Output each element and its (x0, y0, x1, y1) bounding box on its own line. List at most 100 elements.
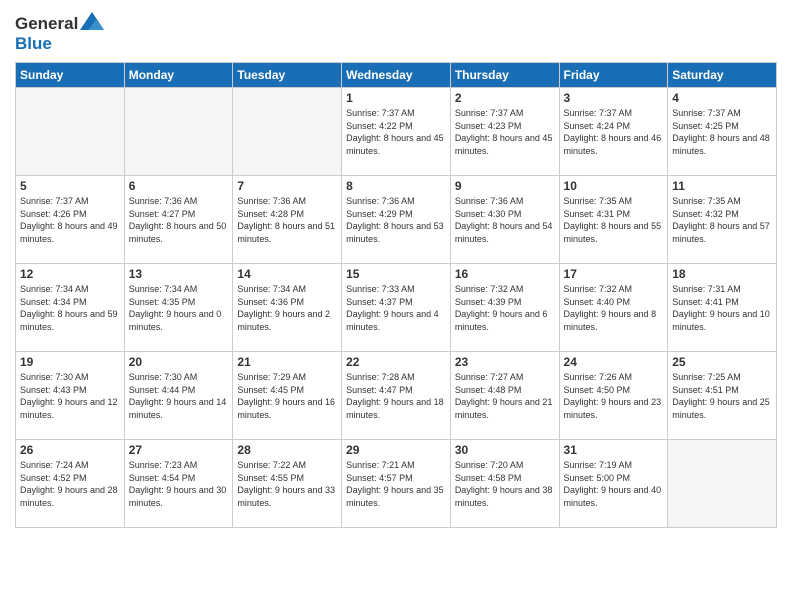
weekday-header-sunday: Sunday (16, 63, 125, 88)
day-number: 31 (564, 443, 664, 457)
day-number: 15 (346, 267, 446, 281)
day-number: 25 (672, 355, 772, 369)
day-number: 20 (129, 355, 229, 369)
calendar-cell: 12 Sunrise: 7:34 AMSunset: 4:34 PMDaylig… (16, 264, 125, 352)
day-info: Sunrise: 7:26 AMSunset: 4:50 PMDaylight:… (564, 371, 664, 421)
calendar-cell: 13 Sunrise: 7:34 AMSunset: 4:35 PMDaylig… (124, 264, 233, 352)
calendar-cell: 28 Sunrise: 7:22 AMSunset: 4:55 PMDaylig… (233, 440, 342, 528)
day-info: Sunrise: 7:21 AMSunset: 4:57 PMDaylight:… (346, 459, 446, 509)
day-info: Sunrise: 7:30 AMSunset: 4:43 PMDaylight:… (20, 371, 120, 421)
day-info: Sunrise: 7:37 AMSunset: 4:22 PMDaylight:… (346, 107, 446, 157)
day-number: 12 (20, 267, 120, 281)
day-info: Sunrise: 7:32 AMSunset: 4:39 PMDaylight:… (455, 283, 555, 333)
day-info: Sunrise: 7:34 AMSunset: 4:36 PMDaylight:… (237, 283, 337, 333)
calendar-cell (16, 88, 125, 176)
day-number: 10 (564, 179, 664, 193)
day-number: 7 (237, 179, 337, 193)
day-number: 11 (672, 179, 772, 193)
day-number: 19 (20, 355, 120, 369)
day-info: Sunrise: 7:20 AMSunset: 4:58 PMDaylight:… (455, 459, 555, 509)
day-number: 16 (455, 267, 555, 281)
day-info: Sunrise: 7:28 AMSunset: 4:47 PMDaylight:… (346, 371, 446, 421)
calendar-cell: 20 Sunrise: 7:30 AMSunset: 4:44 PMDaylig… (124, 352, 233, 440)
day-info: Sunrise: 7:36 AMSunset: 4:27 PMDaylight:… (129, 195, 229, 245)
day-info: Sunrise: 7:19 AMSunset: 5:00 PMDaylight:… (564, 459, 664, 509)
calendar-cell: 30 Sunrise: 7:20 AMSunset: 4:58 PMDaylig… (450, 440, 559, 528)
calendar-cell: 3 Sunrise: 7:37 AMSunset: 4:24 PMDayligh… (559, 88, 668, 176)
calendar-cell: 18 Sunrise: 7:31 AMSunset: 4:41 PMDaylig… (668, 264, 777, 352)
day-number: 23 (455, 355, 555, 369)
day-number: 30 (455, 443, 555, 457)
day-info: Sunrise: 7:35 AMSunset: 4:32 PMDaylight:… (672, 195, 772, 245)
day-number: 17 (564, 267, 664, 281)
calendar-cell: 6 Sunrise: 7:36 AMSunset: 4:27 PMDayligh… (124, 176, 233, 264)
day-number: 26 (20, 443, 120, 457)
day-info: Sunrise: 7:34 AMSunset: 4:34 PMDaylight:… (20, 283, 120, 333)
calendar-table: SundayMondayTuesdayWednesdayThursdayFrid… (15, 62, 777, 528)
weekday-header-tuesday: Tuesday (233, 63, 342, 88)
day-number: 28 (237, 443, 337, 457)
calendar-week-4: 19 Sunrise: 7:30 AMSunset: 4:43 PMDaylig… (16, 352, 777, 440)
day-info: Sunrise: 7:37 AMSunset: 4:24 PMDaylight:… (564, 107, 664, 157)
day-number: 13 (129, 267, 229, 281)
day-info: Sunrise: 7:30 AMSunset: 4:44 PMDaylight:… (129, 371, 229, 421)
day-info: Sunrise: 7:37 AMSunset: 4:26 PMDaylight:… (20, 195, 120, 245)
calendar-cell: 2 Sunrise: 7:37 AMSunset: 4:23 PMDayligh… (450, 88, 559, 176)
day-info: Sunrise: 7:22 AMSunset: 4:55 PMDaylight:… (237, 459, 337, 509)
weekday-header-wednesday: Wednesday (342, 63, 451, 88)
calendar-cell: 7 Sunrise: 7:36 AMSunset: 4:28 PMDayligh… (233, 176, 342, 264)
calendar-week-1: 1 Sunrise: 7:37 AMSunset: 4:22 PMDayligh… (16, 88, 777, 176)
day-info: Sunrise: 7:25 AMSunset: 4:51 PMDaylight:… (672, 371, 772, 421)
weekday-header-monday: Monday (124, 63, 233, 88)
weekday-header-row: SundayMondayTuesdayWednesdayThursdayFrid… (16, 63, 777, 88)
day-number: 2 (455, 91, 555, 105)
calendar-week-5: 26 Sunrise: 7:24 AMSunset: 4:52 PMDaylig… (16, 440, 777, 528)
day-number: 9 (455, 179, 555, 193)
day-info: Sunrise: 7:35 AMSunset: 4:31 PMDaylight:… (564, 195, 664, 245)
day-info: Sunrise: 7:37 AMSunset: 4:25 PMDaylight:… (672, 107, 772, 157)
day-number: 5 (20, 179, 120, 193)
day-number: 8 (346, 179, 446, 193)
day-number: 6 (129, 179, 229, 193)
calendar-cell: 9 Sunrise: 7:36 AMSunset: 4:30 PMDayligh… (450, 176, 559, 264)
calendar-cell: 31 Sunrise: 7:19 AMSunset: 5:00 PMDaylig… (559, 440, 668, 528)
logo: General Blue (15, 10, 106, 54)
calendar-cell: 21 Sunrise: 7:29 AMSunset: 4:45 PMDaylig… (233, 352, 342, 440)
calendar-week-2: 5 Sunrise: 7:37 AMSunset: 4:26 PMDayligh… (16, 176, 777, 264)
calendar-cell (668, 440, 777, 528)
logo-general-text: General (15, 14, 78, 34)
weekday-header-thursday: Thursday (450, 63, 559, 88)
day-number: 14 (237, 267, 337, 281)
calendar-cell: 27 Sunrise: 7:23 AMSunset: 4:54 PMDaylig… (124, 440, 233, 528)
day-info: Sunrise: 7:34 AMSunset: 4:35 PMDaylight:… (129, 283, 229, 333)
day-info: Sunrise: 7:27 AMSunset: 4:48 PMDaylight:… (455, 371, 555, 421)
calendar-cell: 24 Sunrise: 7:26 AMSunset: 4:50 PMDaylig… (559, 352, 668, 440)
calendar-cell: 5 Sunrise: 7:37 AMSunset: 4:26 PMDayligh… (16, 176, 125, 264)
day-info: Sunrise: 7:31 AMSunset: 4:41 PMDaylight:… (672, 283, 772, 333)
day-number: 27 (129, 443, 229, 457)
day-info: Sunrise: 7:23 AMSunset: 4:54 PMDaylight:… (129, 459, 229, 509)
day-number: 22 (346, 355, 446, 369)
calendar-cell: 11 Sunrise: 7:35 AMSunset: 4:32 PMDaylig… (668, 176, 777, 264)
calendar-cell: 19 Sunrise: 7:30 AMSunset: 4:43 PMDaylig… (16, 352, 125, 440)
day-info: Sunrise: 7:37 AMSunset: 4:23 PMDaylight:… (455, 107, 555, 157)
calendar-cell: 16 Sunrise: 7:32 AMSunset: 4:39 PMDaylig… (450, 264, 559, 352)
calendar-cell: 14 Sunrise: 7:34 AMSunset: 4:36 PMDaylig… (233, 264, 342, 352)
calendar-cell: 29 Sunrise: 7:21 AMSunset: 4:57 PMDaylig… (342, 440, 451, 528)
calendar-week-3: 12 Sunrise: 7:34 AMSunset: 4:34 PMDaylig… (16, 264, 777, 352)
calendar-cell: 23 Sunrise: 7:27 AMSunset: 4:48 PMDaylig… (450, 352, 559, 440)
calendar-cell: 15 Sunrise: 7:33 AMSunset: 4:37 PMDaylig… (342, 264, 451, 352)
calendar-cell: 1 Sunrise: 7:37 AMSunset: 4:22 PMDayligh… (342, 88, 451, 176)
day-info: Sunrise: 7:33 AMSunset: 4:37 PMDaylight:… (346, 283, 446, 333)
day-number: 4 (672, 91, 772, 105)
day-number: 24 (564, 355, 664, 369)
calendar-cell (233, 88, 342, 176)
logo-icon (78, 10, 106, 38)
calendar-cell: 25 Sunrise: 7:25 AMSunset: 4:51 PMDaylig… (668, 352, 777, 440)
day-number: 21 (237, 355, 337, 369)
calendar-cell: 26 Sunrise: 7:24 AMSunset: 4:52 PMDaylig… (16, 440, 125, 528)
day-number: 29 (346, 443, 446, 457)
day-info: Sunrise: 7:32 AMSunset: 4:40 PMDaylight:… (564, 283, 664, 333)
calendar-cell: 22 Sunrise: 7:28 AMSunset: 4:47 PMDaylig… (342, 352, 451, 440)
calendar-cell: 17 Sunrise: 7:32 AMSunset: 4:40 PMDaylig… (559, 264, 668, 352)
